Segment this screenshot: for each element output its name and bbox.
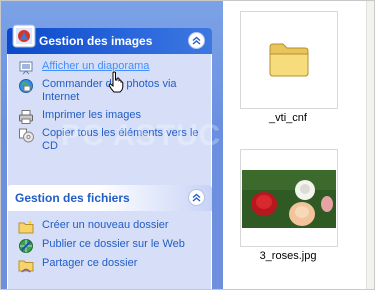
slideshow-icon <box>19 61 33 75</box>
task-new-folder[interactable]: Créer un nouveau dossier <box>18 219 203 234</box>
copy-to-cd-icon <box>19 128 34 143</box>
chevron-up-icon <box>192 193 201 202</box>
task-pane: Gestion des images Afficher un diaporama <box>1 1 262 289</box>
vertical-scrollbar[interactable] <box>366 1 374 289</box>
task-publish-web[interactable]: Publier ce dossier sur le Web <box>18 238 203 253</box>
task-share-folder-label: Partager ce dossier <box>42 257 138 269</box>
file-item-vti-cnf[interactable] <box>240 11 338 109</box>
picture-tasks-icon <box>12 24 36 48</box>
explorer-window: Gestion des images Afficher un diaporama <box>0 0 375 290</box>
folder-icon <box>269 43 309 77</box>
file-tasks-title: Gestion des fichiers <box>15 191 130 205</box>
file-name-vti-cnf: _vti_cnf <box>269 112 307 124</box>
publish-web-icon <box>19 239 33 253</box>
file-view: _vti_cnf 3_roses.jpg <box>223 1 374 289</box>
collapse-file-tasks-button[interactable] <box>188 189 205 206</box>
task-slideshow-label: Afficher un diaporama <box>42 60 150 72</box>
file-tasks-panel: Gestion des fichiers Créer un nouveau do… <box>7 185 212 289</box>
task-share-folder[interactable]: Partager ce dossier <box>18 257 203 273</box>
collapse-image-tasks-button[interactable] <box>188 32 205 49</box>
image-tasks-header[interactable]: Gestion des images <box>7 24 212 54</box>
order-photos-icon <box>19 79 33 93</box>
new-folder-icon <box>18 220 34 234</box>
file-tasks-header[interactable]: Gestion des fichiers <box>7 185 212 211</box>
file-item-3-roses[interactable] <box>240 149 338 247</box>
chevron-up-icon <box>192 36 201 45</box>
file-name-3-roses: 3_roses.jpg <box>259 250 317 262</box>
printer-icon <box>19 110 33 124</box>
hand-cursor-icon <box>108 71 124 93</box>
image-tasks-panel: Gestion des images Afficher un diaporama <box>7 24 212 199</box>
share-folder-icon <box>18 260 34 273</box>
file-tasks-body: Créer un nouveau dossier Publier ce doss… <box>7 211 212 289</box>
task-publish-web-label: Publier ce dossier sur le Web <box>42 238 185 250</box>
task-new-folder-label: Créer un nouveau dossier <box>42 219 169 231</box>
roses-thumbnail-image <box>242 170 336 228</box>
image-tasks-title: Gestion des images <box>39 34 153 48</box>
